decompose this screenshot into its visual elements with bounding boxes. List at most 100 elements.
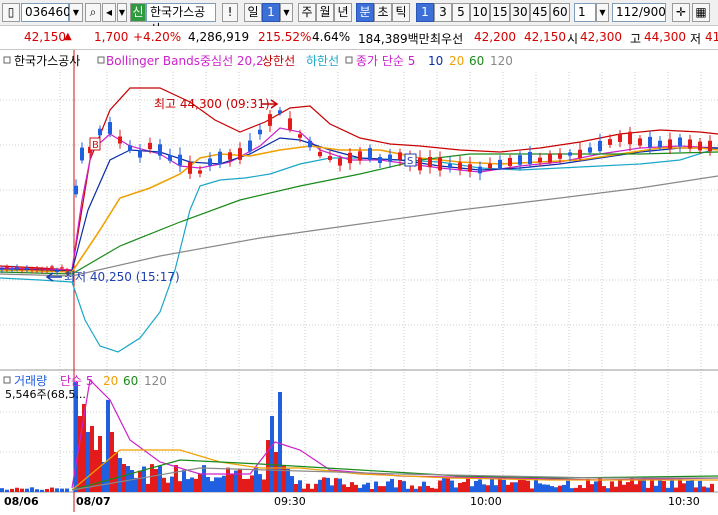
candle-body bbox=[508, 157, 512, 167]
menu-icon[interactable]: ▯ bbox=[2, 3, 20, 22]
speaker-icon[interactable]: ◂ bbox=[102, 3, 116, 22]
volume-bar bbox=[342, 484, 346, 492]
code-dropdown-button[interactable]: ▼ bbox=[69, 3, 83, 22]
period-day-button[interactable]: 일 bbox=[244, 3, 262, 22]
candle-body bbox=[35, 268, 39, 270]
volume-bar bbox=[538, 483, 542, 492]
volume-bar bbox=[470, 486, 474, 492]
volume-bar bbox=[474, 480, 478, 492]
interval-custom-input[interactable]: 1 bbox=[574, 3, 596, 22]
stock-code-input[interactable]: 036460 bbox=[21, 3, 71, 22]
volume-bar bbox=[350, 482, 354, 492]
volume-bar bbox=[646, 487, 650, 492]
period-second-button[interactable]: 초 bbox=[374, 3, 392, 22]
volume-bar bbox=[394, 487, 398, 492]
candle-body bbox=[138, 150, 142, 158]
candle-body bbox=[74, 185, 78, 195]
volume-bar bbox=[626, 482, 630, 492]
volume-bar bbox=[562, 484, 566, 492]
volume-bar bbox=[614, 486, 618, 492]
volume-bar bbox=[302, 488, 306, 492]
interval-60-button[interactable]: 60 bbox=[550, 3, 570, 22]
volume-bar bbox=[326, 477, 330, 492]
volume-bar bbox=[530, 488, 534, 492]
chart-area[interactable]: 한국가스공사 Bollinger Bands중심선 20,2 상한선 하한선 종… bbox=[0, 50, 718, 512]
volume-bar bbox=[298, 480, 302, 492]
candle-body bbox=[368, 148, 372, 160]
volume-bar bbox=[518, 479, 522, 492]
period-number-button[interactable]: 1 bbox=[262, 3, 280, 22]
candle-body bbox=[438, 157, 442, 171]
volume-bar bbox=[374, 481, 378, 492]
volume-bar bbox=[230, 473, 234, 492]
candle-body bbox=[168, 155, 172, 161]
volume-bar bbox=[166, 482, 170, 492]
candle-body bbox=[558, 153, 562, 159]
volume-bar bbox=[434, 488, 438, 492]
interval-dropdown-button[interactable]: ▼ bbox=[596, 3, 609, 22]
volume-bar bbox=[55, 488, 59, 492]
volume-bar bbox=[278, 392, 282, 492]
volume-bar bbox=[402, 481, 406, 492]
interval-30-button[interactable]: 30 bbox=[510, 3, 530, 22]
volume-bar bbox=[702, 486, 706, 492]
volume-bar bbox=[114, 452, 118, 492]
candle-body bbox=[628, 131, 632, 145]
candle-body bbox=[50, 266, 54, 268]
period-minute-button[interactable]: 분 bbox=[356, 3, 374, 22]
period-year-button[interactable]: 년 bbox=[334, 3, 352, 22]
candle-body bbox=[328, 156, 332, 160]
volume-bar bbox=[606, 488, 610, 492]
candle-body bbox=[528, 151, 532, 165]
interval-45-button[interactable]: 45 bbox=[530, 3, 550, 22]
candle-body bbox=[378, 156, 382, 164]
more-icon[interactable]: ▼ bbox=[117, 3, 127, 22]
volume-bar bbox=[98, 436, 102, 492]
candle-body bbox=[688, 139, 692, 149]
volume-bar bbox=[566, 480, 570, 492]
data-count-field[interactable]: 112/900 bbox=[612, 3, 666, 22]
interval-15-button[interactable]: 15 bbox=[490, 3, 510, 22]
candle-body bbox=[318, 151, 322, 157]
candle-body bbox=[578, 149, 582, 159]
volume-bar bbox=[506, 484, 510, 492]
candle-body bbox=[648, 136, 652, 148]
interval-10-button[interactable]: 10 bbox=[470, 3, 490, 22]
period-dropdown-button[interactable]: ▼ bbox=[280, 3, 293, 22]
volume-bar bbox=[246, 478, 250, 492]
period-tick-button[interactable]: 틱 bbox=[392, 3, 410, 22]
volume-bar bbox=[182, 469, 186, 492]
interval-1-button[interactable]: 1 bbox=[416, 3, 434, 22]
interval-3-button[interactable]: 3 bbox=[434, 3, 452, 22]
credit-icon[interactable]: 신 bbox=[130, 3, 146, 22]
candle-body bbox=[20, 269, 24, 271]
interval-5-button[interactable]: 5 bbox=[452, 3, 470, 22]
candle-body bbox=[0, 268, 4, 270]
candle-body bbox=[468, 164, 472, 172]
volume-bar bbox=[306, 483, 310, 492]
volume-bar bbox=[674, 487, 678, 492]
volume-bar bbox=[498, 479, 502, 492]
volume-bar bbox=[138, 470, 142, 492]
volume-bar bbox=[654, 485, 658, 492]
volume-bar bbox=[690, 480, 694, 492]
candle-body bbox=[388, 154, 392, 162]
volume-ratio: 215.52% bbox=[258, 30, 312, 44]
search-icon[interactable]: ⌕ bbox=[85, 3, 101, 22]
volume-bar bbox=[25, 488, 29, 492]
legend-ma120: 120 bbox=[490, 54, 513, 68]
volume-bar bbox=[554, 487, 558, 492]
candle-body bbox=[158, 144, 162, 156]
x-tick-label: 08/07 bbox=[76, 495, 111, 508]
period-week-button[interactable]: 주 bbox=[298, 3, 316, 22]
candle-body bbox=[118, 136, 122, 144]
volume-bar bbox=[666, 487, 670, 492]
alert-button[interactable]: ! bbox=[222, 3, 238, 22]
current-price: 42,150 bbox=[24, 30, 66, 44]
volume-bar bbox=[638, 480, 642, 492]
crosshair-icon[interactable]: ✛ bbox=[672, 3, 690, 22]
period-month-button[interactable]: 월 bbox=[316, 3, 334, 22]
volume-bar bbox=[586, 478, 590, 492]
grid-icon[interactable]: ▦ bbox=[692, 3, 710, 22]
volume-bar bbox=[522, 478, 526, 492]
